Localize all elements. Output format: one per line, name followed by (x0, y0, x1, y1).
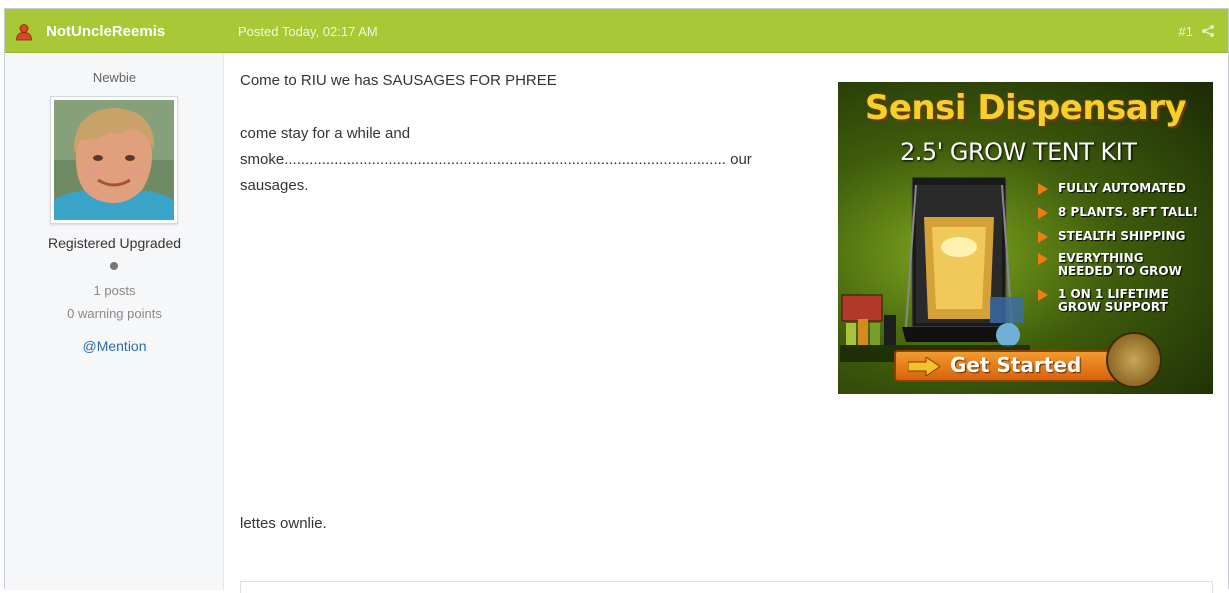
get-started-label: Get Started (950, 353, 1082, 377)
avatar[interactable] (50, 96, 178, 224)
warning-points: 0 warning points (67, 306, 162, 321)
ad-feature-item: EVERYTHING NEEDED TO GROW (1034, 252, 1194, 278)
ad-feature-list: FULLY AUTOMATED 8 PLANTS. 8FT TALL! STEA… (1034, 182, 1198, 325)
author-name-link[interactable]: NotUncleReemis (46, 23, 165, 40)
post-header: NotUncleReemis Posted Today, 02:17 AM #1 (5, 9, 1228, 53)
ad-subtitle: 2.5' GROW TENT KIT (900, 138, 1137, 166)
post-text-line: lettes ownlie. (240, 515, 327, 532)
forum-post: NotUncleReemis Posted Today, 02:17 AM #1… (4, 8, 1229, 593)
advertisement-banner[interactable]: Sensi Dispensary 2.5' GROW TENT KIT FULL… (838, 82, 1213, 394)
ad-feature-item: 8 PLANTS. 8FT TALL! (1034, 206, 1198, 219)
post-date: Posted Today, 02:17 AM (238, 24, 378, 39)
get-started-button[interactable]: Get Started (894, 350, 1124, 382)
ad-feature-item: STEALTH SHIPPING (1034, 230, 1198, 243)
brand-logo (1106, 332, 1162, 388)
share-icon[interactable] (1201, 24, 1215, 38)
post-text-line: come stay for a while and smoke.........… (240, 121, 800, 199)
user-icon (16, 24, 32, 41)
arrow-right-icon (908, 357, 940, 376)
ad-feature-item: 1 ON 1 LIFETIME GROW SUPPORT (1034, 288, 1184, 314)
ad-feature-item: FULLY AUTOMATED (1034, 182, 1198, 195)
mention-link[interactable]: @Mention (5, 338, 224, 354)
avatar-photo (54, 100, 174, 220)
ad-title: Sensi Dispensary (864, 88, 1187, 128)
member-group: Registered Upgraded (47, 235, 182, 251)
signature-box (240, 581, 1213, 593)
post-text-dots: ........................................… (284, 151, 726, 168)
post-text-line: Come to RIU we has SAUSAGES FOR PHREE (240, 72, 557, 89)
post-number-link[interactable]: #1 (1179, 24, 1193, 39)
post-body: Come to RIU we has SAUSAGES FOR PHREE co… (240, 54, 1220, 593)
author-sidebar: Newbie Registered Upgraded 1 posts 0 war… (5, 54, 224, 590)
post-count: 1 posts (93, 283, 136, 298)
member-rank: Newbie (92, 70, 137, 85)
reputation-indicator (110, 262, 118, 270)
